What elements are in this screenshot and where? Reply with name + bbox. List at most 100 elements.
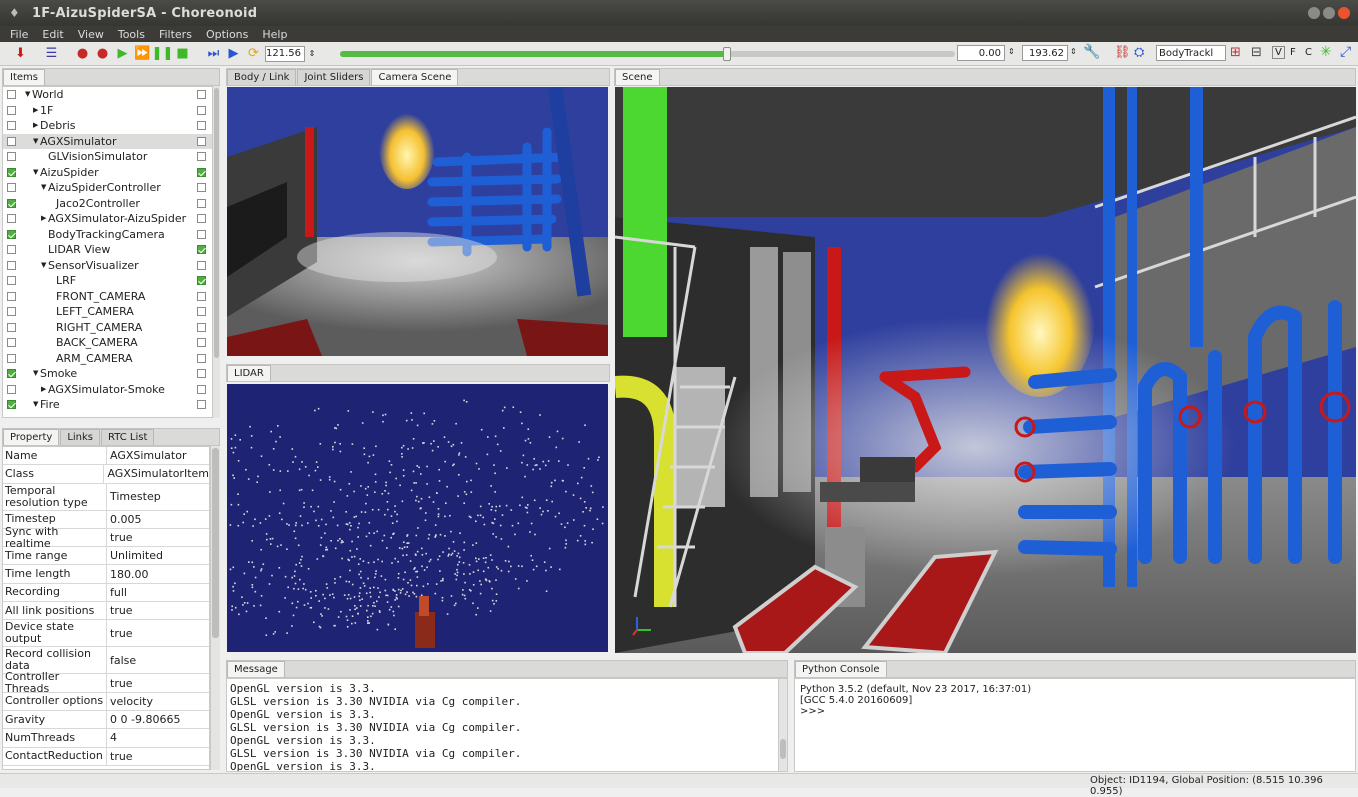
item-visibility-checkbox[interactable]	[197, 307, 206, 316]
menu-options[interactable]: Options	[206, 28, 248, 41]
scene-view[interactable]	[615, 87, 1356, 653]
item-visibility-checkbox[interactable]	[197, 183, 206, 192]
property-row[interactable]: Controller Threads true	[3, 670, 209, 695]
item-check-checkbox[interactable]	[7, 276, 16, 285]
toggle-c-button[interactable]: C	[1305, 47, 1312, 58]
item-check-checkbox[interactable]	[7, 167, 16, 177]
tracking-icon[interactable]: ⊞	[1230, 45, 1241, 60]
item-visibility-checkbox[interactable]	[197, 152, 206, 161]
menu-file[interactable]: File	[10, 28, 28, 41]
property-value[interactable]: 0.005	[107, 511, 142, 528]
property-row[interactable]: Time length 180.00	[3, 565, 209, 584]
refresh-icon[interactable]: ⟳	[245, 45, 262, 62]
property-value[interactable]: full	[107, 584, 127, 601]
message-scrollbar[interactable]	[778, 679, 787, 771]
item-check-checkbox[interactable]	[7, 198, 16, 208]
property-row[interactable]: Sync with realtime true	[3, 525, 209, 549]
property-value[interactable]: true	[107, 620, 133, 646]
body-tool-icon[interactable]: ⛭	[1134, 45, 1144, 60]
property-row[interactable]: Device state output true	[3, 620, 209, 648]
time-slider-handle[interactable]	[723, 47, 732, 61]
minimize-icon[interactable]	[1308, 7, 1320, 19]
property-value[interactable]: Unlimited	[107, 547, 163, 564]
body-tracking-select[interactable]: BodyTrackl	[1156, 45, 1226, 61]
spin-arrows-icon[interactable]: ⇕	[308, 45, 316, 62]
property-value[interactable]: AGXSimulator	[107, 447, 186, 464]
expand-down-icon[interactable]: ▼	[33, 165, 38, 181]
robot-red-icon[interactable]: ⬇	[12, 45, 29, 62]
tab-python-console[interactable]: Python Console	[795, 661, 887, 677]
item-check-checkbox[interactable]	[7, 136, 16, 146]
property-value[interactable]: AGXSimulatorItem	[104, 465, 209, 482]
tab-rtc-list[interactable]: RTC List	[101, 429, 155, 445]
message-scroll-thumb[interactable]	[780, 739, 786, 759]
tab-links[interactable]: Links	[60, 429, 101, 445]
item-visibility-checkbox[interactable]	[197, 338, 206, 347]
tree-item[interactable]: Jaco2Controller	[3, 196, 219, 212]
tree-item[interactable]: ▼ World	[3, 87, 219, 103]
tree-item[interactable]: LIDAR View	[3, 242, 219, 258]
menu-filters[interactable]: Filters	[159, 28, 192, 41]
item-check-checkbox[interactable]	[7, 152, 16, 161]
tab-items[interactable]: Items	[3, 69, 45, 85]
property-value[interactable]: Timestep	[107, 484, 161, 510]
item-visibility-checkbox[interactable]	[197, 322, 206, 332]
tree-item[interactable]: ▶ 1F	[3, 103, 219, 119]
expand-down-icon[interactable]: ▼	[33, 366, 38, 382]
property-row[interactable]: Gravity 0 0 -9.80665	[3, 710, 209, 730]
play-icon[interactable]: ▶	[225, 45, 242, 62]
item-check-checkbox[interactable]	[7, 90, 16, 99]
expand-down-icon[interactable]: ▼	[33, 134, 38, 150]
item-check-checkbox[interactable]	[7, 260, 16, 270]
range-end-spinbox[interactable]: 193.62	[1022, 45, 1068, 61]
wrench-icon[interactable]: 🔧	[1083, 44, 1100, 60]
property-scrollbar[interactable]	[210, 446, 220, 770]
item-check-checkbox[interactable]	[7, 229, 16, 239]
tree-item[interactable]: FRONT_CAMERA	[3, 289, 219, 305]
item-check-checkbox[interactable]	[7, 353, 16, 363]
tree-item[interactable]: ▶ AGXSimulator-AizuSpider	[3, 211, 219, 227]
sim-pause-icon[interactable]: ❚❚	[152, 45, 174, 62]
item-check-checkbox[interactable]	[7, 105, 16, 115]
item-visibility-checkbox[interactable]	[197, 276, 206, 285]
sim-start-icon[interactable]: ▶	[114, 45, 131, 62]
range-start-spinbox[interactable]: 0.00	[957, 45, 1005, 61]
menu-edit[interactable]: Edit	[42, 28, 63, 41]
property-value[interactable]: 180.00	[107, 565, 149, 582]
item-visibility-checkbox[interactable]	[197, 400, 206, 409]
property-value[interactable]: 4	[107, 729, 117, 746]
item-check-checkbox[interactable]	[7, 121, 16, 130]
tab-body-link[interactable]: Body / Link	[227, 69, 297, 85]
item-visibility-checkbox[interactable]	[197, 369, 206, 378]
play-forward-icon[interactable]: ⏭	[205, 45, 222, 62]
item-visibility-checkbox[interactable]	[197, 167, 206, 177]
tab-lidar[interactable]: LIDAR	[227, 365, 271, 381]
menu-help[interactable]: Help	[262, 28, 287, 41]
expand-right-icon[interactable]: ▶	[33, 103, 38, 119]
tab-scene[interactable]: Scene	[615, 69, 660, 85]
item-check-checkbox[interactable]	[7, 214, 16, 223]
sim-stop-icon[interactable]: ■	[174, 45, 191, 62]
sim-restart-icon[interactable]: ⏩	[134, 45, 151, 62]
property-value[interactable]: velocity	[107, 693, 153, 710]
grid-icon[interactable]: ⊟	[1251, 45, 1262, 60]
property-scroll-thumb[interactable]	[212, 448, 219, 638]
tree-item[interactable]: RIGHT_CAMERA	[3, 320, 219, 336]
expand-right-icon[interactable]: ▶	[33, 118, 38, 134]
property-row[interactable]: Class AGXSimulatorItem	[3, 465, 209, 484]
item-visibility-checkbox[interactable]	[197, 105, 206, 115]
item-check-checkbox[interactable]	[7, 338, 16, 347]
time-slider[interactable]	[340, 47, 955, 61]
item-visibility-checkbox[interactable]	[197, 136, 206, 146]
tree-item[interactable]: LEFT_CAMERA	[3, 304, 219, 320]
item-check-checkbox[interactable]	[7, 384, 16, 394]
app-menu-icon[interactable]: ♦	[9, 6, 20, 20]
toggle-v-button[interactable]: V	[1272, 46, 1285, 59]
item-check-checkbox[interactable]	[7, 291, 16, 301]
tree-item[interactable]: BACK_CAMERA	[3, 335, 219, 351]
property-row[interactable]: Temporal resolution type Timestep	[3, 483, 209, 511]
item-check-checkbox[interactable]	[7, 369, 16, 378]
item-visibility-checkbox[interactable]	[197, 353, 206, 363]
property-row[interactable]: Name AGXSimulator	[3, 447, 209, 466]
item-tree-scroll-thumb[interactable]	[214, 88, 219, 358]
